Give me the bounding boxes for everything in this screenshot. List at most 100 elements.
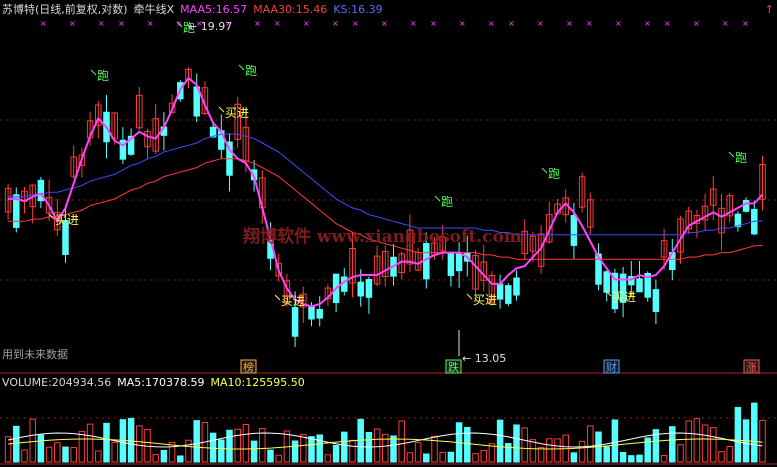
- volume-bar: [78, 430, 86, 463]
- candle-body: [636, 278, 643, 293]
- volume-bar: [177, 455, 184, 463]
- top-cross-marker: ×: [176, 19, 183, 28]
- buy-signal-label: 买进: [473, 293, 497, 307]
- candle-body: [357, 281, 364, 297]
- volume-bar: [70, 446, 77, 463]
- vol-ma10-label: MA10:: [210, 376, 246, 389]
- candle-body: [652, 289, 660, 312]
- volume-bar: [718, 451, 725, 463]
- volume-bar: [160, 449, 168, 463]
- volume-bar: [677, 444, 684, 463]
- volume-bar: [537, 446, 545, 463]
- top-cross-marker: ×: [40, 19, 47, 28]
- top-cross-marker: ×: [118, 19, 125, 28]
- volume-bar: [619, 451, 627, 463]
- signal-arrow: [90, 69, 97, 76]
- maa5-value: 16.57: [215, 3, 248, 16]
- top-cross-marker: ×: [254, 19, 261, 28]
- maa30-label: MAA30:: [253, 3, 296, 16]
- volume-bar: [291, 440, 299, 463]
- volume-value: 204934.56: [51, 376, 112, 389]
- vol-ma10-value: 125595.50: [245, 376, 305, 389]
- top-cross-marker: ×: [615, 19, 622, 28]
- volume-bar: [496, 419, 504, 463]
- price-panel-header: 苏博特(日线,前复权,对数) 牵牛线X MAA5:16.57 MAA30:15.46 K…: [2, 3, 383, 17]
- volume-bar: [669, 426, 676, 463]
- volume-bar: [390, 435, 397, 463]
- volume-bar: [29, 418, 36, 463]
- top-cross-marker: ×: [352, 19, 359, 28]
- volume-bar: [127, 417, 135, 463]
- buy-signal-label: 买进: [225, 106, 249, 120]
- scroll-up-icon[interactable]: ↑: [765, 3, 774, 16]
- buy-signal-label: 买进: [281, 294, 305, 308]
- volume-bar: [587, 425, 594, 463]
- volume-bar: [324, 454, 332, 463]
- volume-bar: [37, 434, 45, 463]
- signal-arrow: [218, 106, 225, 113]
- candle-body: [513, 277, 520, 296]
- signal-arrow: [466, 293, 473, 300]
- volume-bar: [21, 449, 28, 463]
- run-signal-label: 跑: [97, 69, 109, 83]
- signal-arrow: [238, 64, 245, 71]
- top-cross-marker: ×: [98, 19, 105, 28]
- top-cross-marker: ×: [508, 19, 515, 28]
- volume-bar: [4, 436, 12, 463]
- future-data-note: 用到未来数据: [2, 348, 68, 361]
- volume-bar: [513, 424, 520, 463]
- candle-body: [316, 308, 323, 319]
- volume-bar: [185, 439, 192, 463]
- signal-arrow: [274, 294, 281, 301]
- volume-bar: [234, 428, 241, 463]
- top-cross-marker: ×: [332, 19, 339, 28]
- volume-bar: [554, 438, 561, 463]
- volume-bar: [505, 442, 512, 463]
- volume-bar: [111, 441, 118, 463]
- volume-bar: [218, 439, 225, 463]
- volume-bar: [300, 433, 307, 463]
- volume-bar: [406, 452, 414, 463]
- top-cross-marker: ×: [410, 19, 417, 28]
- candle-body: [447, 253, 455, 276]
- volume-bar: [685, 420, 692, 463]
- event-tag: 涨: [746, 361, 757, 374]
- volume-bar: [546, 438, 553, 463]
- maa5-label: MAA5:: [180, 3, 216, 16]
- volume-bar: [373, 428, 381, 463]
- volume-bar: [603, 446, 610, 463]
- volume-bar: [521, 427, 528, 463]
- volume-bar: [349, 439, 356, 463]
- volume-label: VOLUME:: [2, 376, 52, 389]
- volume-bar: [472, 453, 479, 463]
- volume-bar: [423, 453, 430, 463]
- volume-bar: [316, 434, 323, 463]
- volume-bar: [759, 419, 766, 463]
- chart-title: 苏博特(日线,前复权,对数): [2, 3, 128, 16]
- top-cross-marker: ×: [381, 19, 388, 28]
- signal-arrow: [728, 151, 735, 158]
- buy-signal-label: 买进: [55, 213, 79, 227]
- run-signal-label: 跑: [245, 64, 257, 78]
- volume-bar: [62, 446, 69, 463]
- top-cross-marker: ×: [488, 19, 495, 28]
- event-tag: 跌: [448, 360, 459, 374]
- top-cross-marker: ×: [693, 19, 700, 28]
- volume-bar: [570, 452, 578, 463]
- volume-bar: [578, 440, 586, 463]
- top-cross-marker: ×: [459, 19, 466, 28]
- watermark: 翔博软件 www.xiangbosoft.com: [243, 227, 522, 247]
- volume-bar: [693, 418, 701, 463]
- top-cross-marker: ×: [566, 19, 573, 28]
- volume-bar: [341, 431, 348, 463]
- volume-bar: [398, 420, 405, 463]
- signal-arrow: [541, 167, 548, 174]
- top-cross-marker: ×: [274, 19, 281, 28]
- top-cross-marker: ×: [537, 19, 544, 28]
- volume-bar: [332, 444, 340, 463]
- volume-bar: [734, 406, 742, 463]
- volume-bar: [710, 427, 717, 463]
- volume-bar: [275, 454, 282, 463]
- volume-bar: [209, 432, 217, 463]
- volume-bar: [226, 429, 233, 463]
